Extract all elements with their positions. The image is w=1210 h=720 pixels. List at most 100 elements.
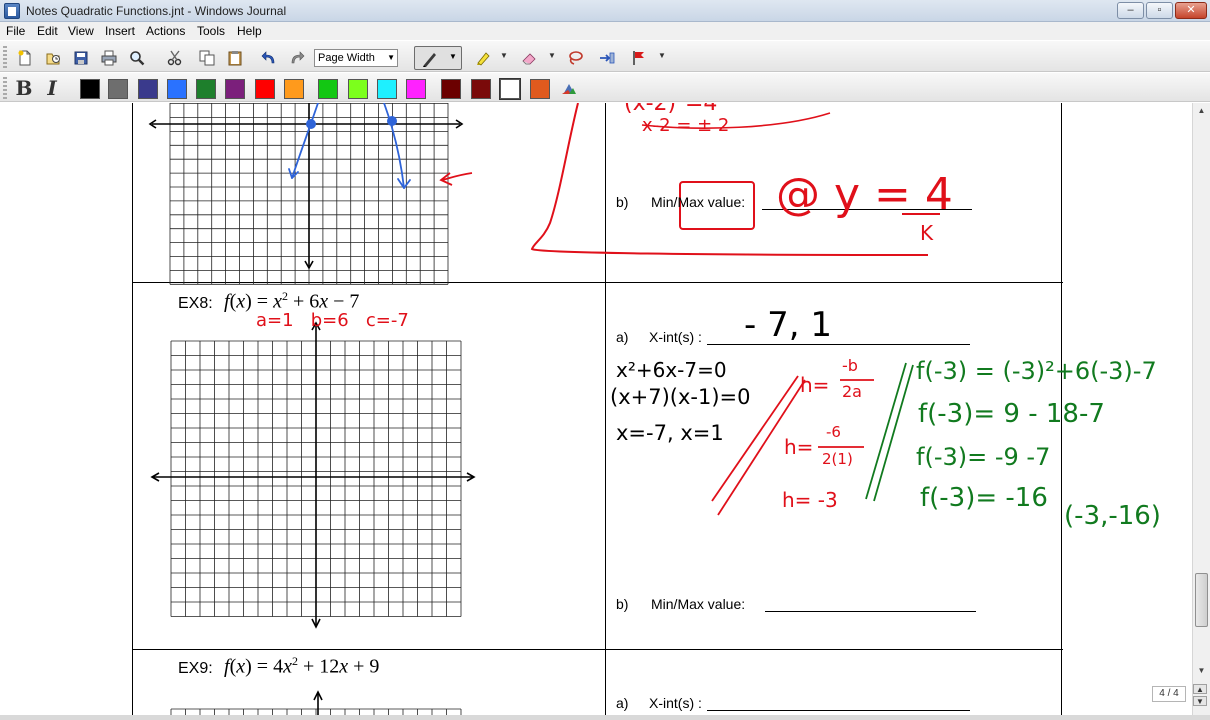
pen-color-swatch[interactable] — [196, 79, 216, 99]
menu-actions[interactable]: Actions — [146, 24, 185, 38]
pen-dropdown-arrow-icon[interactable]: ▼ — [449, 52, 457, 61]
menu-view[interactable]: View — [68, 24, 94, 38]
open-button[interactable] — [40, 46, 64, 68]
copy-icon — [199, 50, 215, 66]
red-arrow-annotation — [439, 172, 473, 186]
pen-color-swatch[interactable] — [284, 79, 304, 99]
pen-color-swatch[interactable] — [318, 79, 338, 99]
ex9-xint-blank[interactable] — [707, 710, 970, 711]
pen-color-swatch[interactable] — [225, 79, 245, 99]
pen-color-swatch[interactable] — [530, 79, 550, 99]
note-page[interactable]: b) Min/Max value: (x-2)²=4 x-2 = ± 2 @ y… — [0, 103, 1192, 715]
pen-color-swatch[interactable] — [255, 79, 275, 99]
magnifier-icon — [130, 51, 145, 66]
ink-ex8-h1-den: 2a — [842, 382, 862, 401]
pen-color-swatch[interactable] — [348, 79, 368, 99]
menu-file[interactable]: File — [6, 24, 25, 38]
open-note-icon — [46, 53, 60, 65]
journal-canvas[interactable]: b) Min/Max value: (x-2)²=4 x-2 = ± 2 @ y… — [0, 103, 1192, 715]
ex8-minmax-label: Min/Max value: — [651, 596, 746, 612]
ink-ex8-f4: f(-3)= -16 — [920, 483, 1048, 513]
copy-button[interactable] — [194, 46, 218, 68]
title-bar: Notes Quadratic Functions.jnt - Windows … — [0, 0, 1210, 22]
window-bottom-edge — [0, 715, 1210, 720]
pen-color-swatch[interactable] — [80, 79, 100, 99]
axes-ex7 — [148, 103, 464, 270]
menu-edit[interactable]: Edit — [37, 24, 58, 38]
bold-button[interactable]: B — [12, 77, 36, 99]
ink-ex8-f3: f(-3)= -9 -7 — [916, 443, 1051, 471]
toolbar-grip[interactable] — [3, 77, 7, 99]
green-separator-slashes — [865, 362, 914, 502]
ink-ex8-h2-num: -6 — [826, 423, 841, 441]
highlighter-icon — [477, 52, 490, 66]
ink-ex8-xint: - 7, 1 — [744, 305, 832, 345]
pen-color-swatch[interactable] — [377, 79, 397, 99]
new-note-button[interactable] — [12, 46, 36, 68]
ink-ex8-factor-3: x=-7, x=1 — [616, 421, 724, 445]
ex8-label: EX8: — [178, 295, 213, 312]
clipboard-icon — [228, 51, 242, 66]
scissors-icon — [167, 50, 182, 66]
ink-ex8-f1: f(-3) = (-3)²+6(-3)-7 — [916, 357, 1157, 385]
ex9-label: EX9: — [178, 660, 213, 677]
ink-ex8-h2: h= — [784, 435, 814, 459]
page-number-indicator: 4 / 4 — [1152, 686, 1186, 702]
pen-color-swatch[interactable] — [499, 78, 521, 100]
flag-dropdown-arrow-icon[interactable]: ▼ — [658, 48, 666, 64]
ink-ex8-vertex: (-3,-16) — [1064, 501, 1161, 531]
pen-color-swatch[interactable] — [138, 79, 158, 99]
eraser-dropdown-arrow-icon[interactable]: ▼ — [548, 48, 556, 64]
find-button[interactable] — [124, 46, 148, 68]
ex8-minmax-letter: b) — [616, 596, 629, 612]
vertical-scrollbar[interactable]: ▲ ▼ — [1192, 103, 1210, 715]
previous-page-icon[interactable]: ▲ — [1193, 684, 1207, 694]
pen-color-swatch[interactable] — [167, 79, 187, 99]
redo-button[interactable] — [284, 46, 308, 68]
ex9-xint-label: X-int(s) : — [649, 695, 702, 711]
pen-tool-button[interactable]: ▼ — [414, 46, 462, 70]
ex8-xint-letter: a) — [616, 329, 629, 345]
ink-ex8-coeffs: a=1 b=6 c=-7 — [256, 310, 409, 331]
cut-button[interactable] — [162, 46, 186, 68]
pen-color-swatch[interactable] — [441, 79, 461, 99]
selection-tool-button[interactable] — [562, 46, 586, 68]
pen-color-swatch[interactable] — [406, 79, 426, 99]
ink-ex8-h1: h= — [800, 373, 830, 397]
highlighter-dropdown-arrow-icon[interactable]: ▼ — [500, 48, 508, 64]
pen-color-swatch[interactable] — [471, 79, 491, 99]
menu-bar: File Edit View Insert Actions Tools Help — [0, 22, 1210, 40]
print-button[interactable] — [96, 46, 120, 68]
eraser-button[interactable] — [516, 46, 540, 68]
highlighter-button[interactable] — [470, 46, 494, 68]
menu-tools[interactable]: Tools — [197, 24, 225, 38]
scroll-up-icon[interactable]: ▲ — [1194, 103, 1209, 118]
close-button[interactable]: ✕ — [1175, 2, 1207, 19]
ex8-minmax-blank[interactable] — [765, 611, 976, 612]
chevron-down-icon: ▼ — [387, 53, 395, 62]
ex7-minmax-letter: b) — [616, 194, 629, 210]
insert-space-button[interactable] — [594, 46, 618, 68]
ink-ex7-work-2: x-2 = ± 2 — [642, 115, 730, 136]
zoom-dropdown[interactable]: Page Width ▼ — [314, 49, 398, 67]
scroll-thumb[interactable] — [1195, 573, 1208, 627]
save-button[interactable] — [68, 46, 92, 68]
ex9-xint-letter: a) — [616, 695, 629, 711]
undo-button[interactable] — [256, 46, 280, 68]
minimize-button[interactable]: – — [1117, 2, 1144, 19]
menu-insert[interactable]: Insert — [105, 24, 135, 38]
ex8-xint-label: X-int(s) : — [649, 329, 702, 345]
menu-help[interactable]: Help — [237, 24, 262, 38]
paste-button[interactable] — [222, 46, 246, 68]
window-title: Notes Quadratic Functions.jnt - Windows … — [26, 4, 287, 18]
scroll-down-icon[interactable]: ▼ — [1194, 663, 1209, 678]
pen-color-swatch[interactable] — [108, 79, 128, 99]
pen-settings-button[interactable] — [556, 76, 580, 98]
insert-space-icon — [600, 52, 615, 64]
next-page-icon[interactable]: ▼ — [1193, 696, 1207, 706]
color-palette-icon — [562, 84, 576, 94]
flag-button[interactable] — [626, 46, 650, 68]
toolbar-grip[interactable] — [3, 46, 7, 68]
maximize-button[interactable]: ▫ — [1146, 2, 1173, 19]
italic-button[interactable]: I — [40, 77, 64, 99]
